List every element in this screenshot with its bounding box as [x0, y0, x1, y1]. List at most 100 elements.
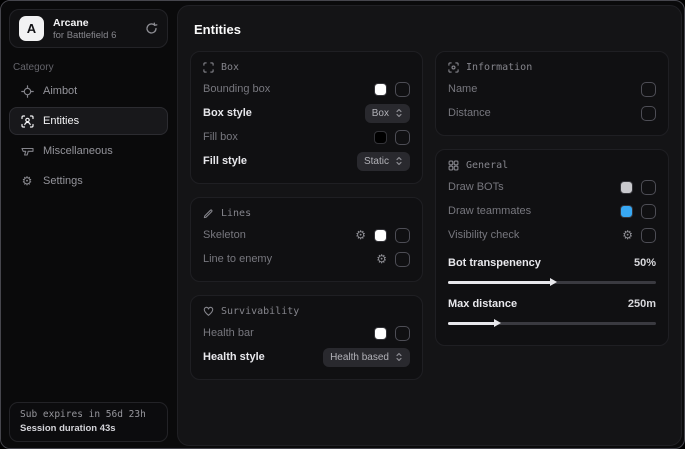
chevron-updown-icon	[395, 352, 403, 362]
health-style-select[interactable]: Health based	[323, 348, 410, 367]
session-duration-text: Session duration 43s	[20, 423, 157, 434]
subscription-info-card: Sub expires in 56d 23h Session duration …	[9, 402, 168, 442]
setting-label: Name	[448, 83, 477, 95]
gear-icon: ⚙	[20, 175, 34, 187]
setting-label: Box style	[203, 107, 252, 119]
app-meta: Arcane for Battlefield 6	[53, 17, 136, 41]
setting-label: Draw teammates	[448, 205, 531, 217]
setting-row-bot-transparency: Bot transpenency 50%	[448, 252, 656, 274]
slider-fill	[448, 322, 496, 325]
select-value: Box	[372, 108, 389, 119]
setting-row-name: Name	[448, 78, 656, 100]
setting-row-draw-bots: Draw BOTs	[448, 176, 656, 198]
information-card: Information Name Distance	[435, 51, 669, 136]
line-to-enemy-checkbox[interactable]	[395, 252, 410, 267]
survivability-card-header: Survivability	[203, 306, 410, 317]
gun-icon	[20, 145, 34, 158]
color-swatch[interactable]	[374, 229, 387, 242]
setting-row-draw-teammates: Draw teammates	[448, 200, 656, 222]
app-name: Arcane	[53, 17, 136, 29]
section-title: Box	[221, 62, 239, 73]
box-card: Box Bounding box Box style Box	[190, 51, 423, 184]
bot-transparency-slider[interactable]	[448, 277, 656, 287]
setting-row-max-distance: Max distance 250m	[448, 293, 656, 315]
select-value: Health based	[330, 352, 389, 363]
sidebar-item-label: Miscellaneous	[43, 145, 113, 157]
sidebar-item-settings[interactable]: ⚙ Settings	[9, 167, 168, 195]
setting-label: Health style	[203, 351, 265, 363]
pencil-line-icon	[203, 208, 214, 219]
setting-row-health-bar: Health bar	[203, 322, 410, 344]
setting-label: Fill style	[203, 155, 247, 167]
line-to-enemy-settings-gear-icon[interactable]: ⚙	[376, 253, 387, 265]
select-value: Static	[364, 156, 389, 167]
sidebar-item-label: Entities	[43, 115, 79, 127]
setting-row-visibility-check: Visibility check ⚙	[448, 224, 656, 246]
general-card-header: General	[448, 160, 656, 171]
setting-row-fill-box: Fill box	[203, 126, 410, 148]
lines-card-header: Lines	[203, 208, 410, 219]
health-bar-checkbox[interactable]	[395, 326, 410, 341]
sidebar-item-aimbot[interactable]: Aimbot	[9, 77, 168, 105]
slider-thumb[interactable]	[550, 278, 557, 286]
name-checkbox[interactable]	[641, 82, 656, 97]
section-title: Information	[466, 62, 532, 73]
page-title: Entities	[194, 22, 669, 37]
bot-transparency-value: 50%	[634, 257, 656, 269]
fill-box-checkbox[interactable]	[395, 130, 410, 145]
setting-label: Line to enemy	[203, 253, 272, 265]
color-swatch[interactable]	[620, 181, 633, 194]
slider-fill	[448, 281, 552, 284]
sidebar-item-miscellaneous[interactable]: Miscellaneous	[9, 137, 168, 165]
visibility-settings-gear-icon[interactable]: ⚙	[622, 229, 633, 241]
color-swatch[interactable]	[374, 131, 387, 144]
setting-label: Distance	[448, 107, 491, 119]
section-title: Survivability	[221, 306, 299, 317]
setting-label: Bot transpenency	[448, 257, 541, 269]
color-swatch[interactable]	[374, 83, 387, 96]
setting-label: Health bar	[203, 327, 254, 339]
distance-checkbox[interactable]	[641, 106, 656, 121]
box-card-header: Box	[203, 62, 410, 73]
chevron-updown-icon	[395, 156, 403, 166]
fill-style-select[interactable]: Static	[357, 152, 410, 171]
setting-row-line-to-enemy: Line to enemy ⚙	[203, 248, 410, 270]
app-header-card: A Arcane for Battlefield 6	[9, 9, 168, 48]
section-title: Lines	[221, 208, 251, 219]
lines-card: Lines Skeleton ⚙ Line to enemy ⚙	[190, 197, 423, 282]
bounding-box-checkbox[interactable]	[395, 82, 410, 97]
setting-label: Bounding box	[203, 83, 270, 95]
main-panel: Entities Box Bounding box	[177, 5, 682, 446]
information-card-header: Information	[448, 62, 656, 73]
skeleton-checkbox[interactable]	[395, 228, 410, 243]
setting-label: Fill box	[203, 131, 238, 143]
sidebar: A Arcane for Battlefield 6 Category Aimb	[1, 1, 176, 448]
box-style-select[interactable]: Box	[365, 104, 410, 123]
grid-icon	[448, 160, 459, 171]
app-avatar: A	[19, 16, 44, 41]
slider-thumb[interactable]	[494, 319, 501, 327]
refresh-icon[interactable]	[145, 22, 158, 35]
category-label: Category	[13, 62, 168, 73]
setting-label: Visibility check	[448, 229, 519, 241]
setting-label: Skeleton	[203, 229, 246, 241]
sub-expiry-text: Sub expires in 56d 23h	[20, 409, 157, 420]
setting-row-health-style: Health style Health based	[203, 346, 410, 368]
setting-row-skeleton: Skeleton ⚙	[203, 224, 410, 246]
color-swatch[interactable]	[620, 205, 633, 218]
chevron-updown-icon	[395, 108, 403, 118]
crosshair-icon	[20, 85, 34, 98]
sidebar-item-entities[interactable]: Entities	[9, 107, 168, 135]
max-distance-value: 250m	[628, 298, 656, 310]
setting-label: Max distance	[448, 298, 517, 310]
skeleton-settings-gear-icon[interactable]: ⚙	[355, 229, 366, 241]
survivability-card: Survivability Health bar Health style He…	[190, 295, 423, 380]
visibility-check-checkbox[interactable]	[641, 228, 656, 243]
draw-bots-checkbox[interactable]	[641, 180, 656, 195]
draw-teammates-checkbox[interactable]	[641, 204, 656, 219]
max-distance-slider[interactable]	[448, 318, 656, 328]
setting-row-fill-style: Fill style Static	[203, 150, 410, 172]
color-swatch[interactable]	[374, 327, 387, 340]
setting-row-bounding-box: Bounding box	[203, 78, 410, 100]
app-subtitle: for Battlefield 6	[53, 30, 136, 41]
